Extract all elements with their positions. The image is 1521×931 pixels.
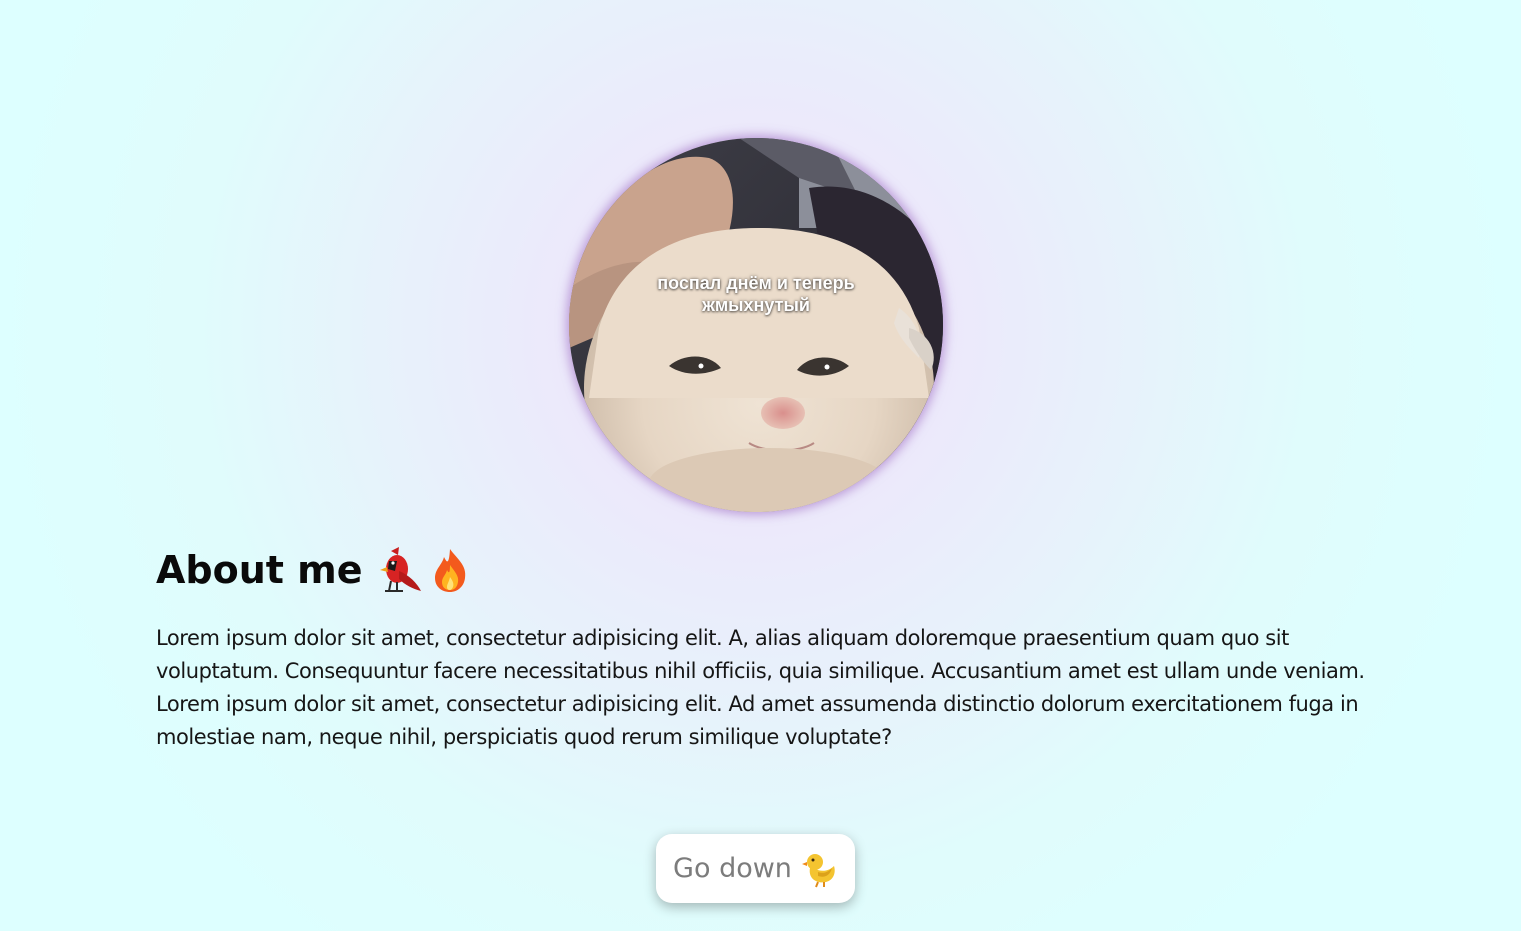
about-paragraph: Lorem ipsum dolor sit amet, consectetur … (156, 626, 1365, 749)
about-heading: About me (156, 540, 1366, 600)
about-section: About me Lorem ipsum dolor sit amet, con… (156, 540, 1366, 754)
go-down-label: Go down (673, 853, 792, 884)
cardinal-bird-icon (379, 547, 421, 592)
about-title-text: About me (156, 548, 363, 592)
meme-caption-line2: жмыхнутый (702, 295, 810, 315)
kitten-photo (569, 138, 943, 512)
chick-icon (801, 853, 835, 887)
go-down-button[interactable]: Go down (656, 834, 855, 903)
fire-icon (434, 549, 465, 592)
meme-caption: поспал днём и теперь жмыхнутый (569, 272, 943, 316)
meme-caption-line1: поспал днём и теперь (657, 273, 855, 293)
profile-avatar: поспал днём и теперь жмыхнутый (569, 138, 943, 512)
